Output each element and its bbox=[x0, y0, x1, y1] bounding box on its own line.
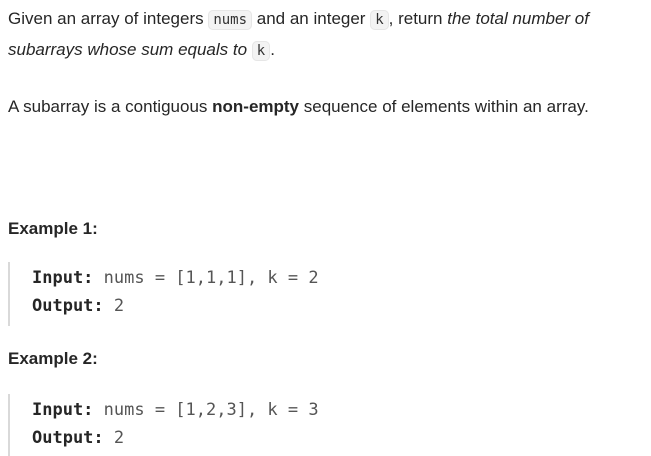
example-2-input-line: Input: nums = [1,2,3], k = 3 bbox=[32, 396, 319, 424]
text-segment: . bbox=[270, 40, 275, 59]
problem-description: Given an array of integers nums and an i… bbox=[8, 4, 648, 456]
description-paragraph-1: Given an array of integers nums and an i… bbox=[8, 4, 648, 66]
example-2-block: Input: nums = [1,2,3], k = 3 Output: 2 bbox=[8, 394, 319, 456]
inline-code-k: k bbox=[251, 41, 271, 61]
example-2-title: Example 2: bbox=[8, 349, 98, 368]
example-1-title: Example 1: bbox=[8, 219, 98, 238]
bold-text: non-empty bbox=[212, 97, 300, 116]
input-label: Input: bbox=[32, 400, 94, 420]
example-1-output-line: Output: 2 bbox=[32, 292, 319, 320]
example-1-input-line: Input: nums = [1,1,1], k = 2 bbox=[32, 264, 319, 292]
text-segment: and an integer bbox=[252, 9, 371, 28]
inline-code-nums: nums bbox=[208, 10, 253, 30]
output-value: 2 bbox=[103, 296, 125, 316]
example-1-block: Input: nums = [1,1,1], k = 2 Output: 2 bbox=[8, 262, 319, 326]
input-value: nums = [1,1,1], k = 2 bbox=[93, 268, 319, 288]
inline-code-k: k bbox=[370, 10, 389, 30]
input-label: Input: bbox=[32, 268, 94, 288]
text-segment: Given an array of integers bbox=[8, 9, 209, 28]
description-paragraph-2: A subarray is a contiguous non-empty seq… bbox=[8, 92, 648, 121]
output-label: Output: bbox=[32, 296, 104, 316]
text-segment: , return bbox=[388, 9, 448, 28]
text-segment: sequence of elements within an array. bbox=[299, 97, 589, 116]
input-value: nums = [1,2,3], k = 3 bbox=[93, 400, 319, 420]
output-value: 2 bbox=[103, 428, 125, 448]
output-label: Output: bbox=[32, 428, 104, 448]
text-segment: A subarray is a contiguous bbox=[8, 97, 213, 116]
